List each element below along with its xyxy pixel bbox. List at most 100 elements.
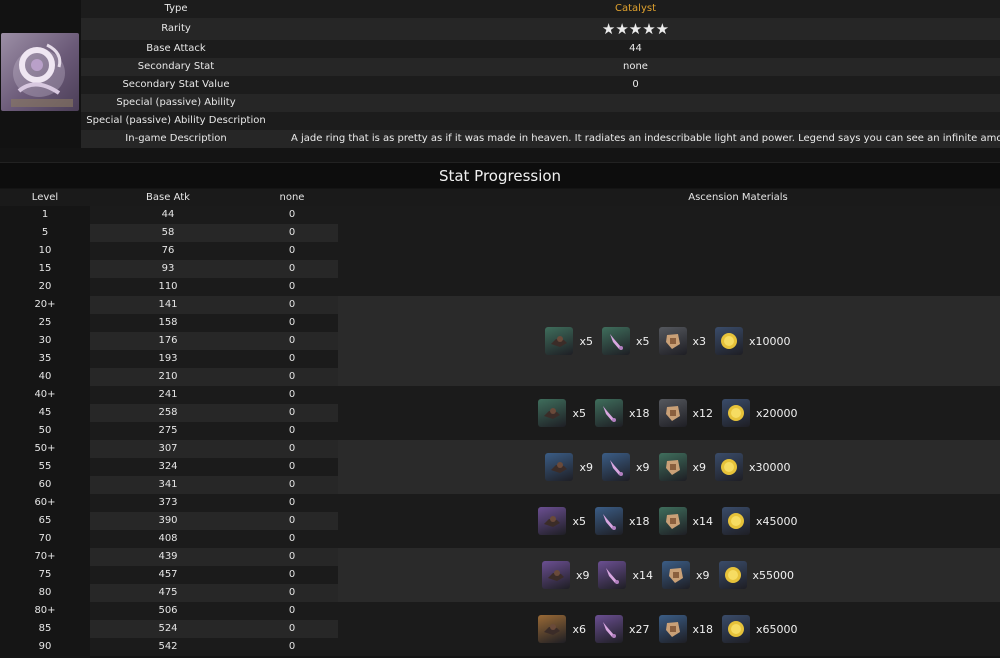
material-item[interactable]: x12 — [658, 399, 716, 427]
material-item[interactable]: x5 — [538, 507, 588, 535]
info-value: 44 — [271, 40, 1000, 58]
base-atk-cell: 524 — [158, 623, 178, 634]
material-item[interactable]: x18 — [658, 615, 716, 643]
info-value — [271, 112, 1000, 130]
level-cell: 20+ — [34, 299, 56, 310]
mora-icon — [718, 561, 747, 589]
table-row: 5 58 0 — [0, 224, 338, 242]
material-item[interactable]: x55000 — [718, 561, 797, 589]
secondary-cell: 0 — [288, 263, 296, 274]
info-row: Base Attack 44 — [81, 40, 1000, 58]
secondary-cell: 0 — [288, 335, 296, 346]
material-item[interactable]: x9 — [541, 561, 592, 589]
table-row: 75 457 0 — [0, 566, 338, 584]
base-atk-cell: 390 — [158, 515, 178, 526]
stat-progression-title: Stat Progression — [0, 162, 1000, 188]
material-count: x10000 — [749, 334, 791, 348]
material-item[interactable]: x27 — [594, 615, 652, 643]
material-count: x12 — [692, 406, 714, 420]
table-row: 20 110 0 — [0, 278, 338, 296]
level-cell: 55 — [38, 461, 52, 472]
secondary-cell: 0 — [288, 623, 296, 634]
material-item[interactable]: x18 — [594, 399, 652, 427]
level-cell: 40+ — [34, 389, 56, 400]
material-item[interactable]: x5 — [601, 327, 652, 355]
material-item[interactable]: x3 — [658, 327, 709, 355]
header-secondary: none — [279, 192, 305, 203]
secondary-cell: 0 — [288, 299, 296, 310]
base-atk-cell: 542 — [158, 641, 178, 652]
info-row: Special (passive) Ability Description — [81, 112, 1000, 130]
ascension-materials-empty — [338, 206, 1000, 296]
mora-icon — [722, 507, 751, 535]
material-item[interactable]: x9 — [601, 453, 652, 481]
material-item[interactable]: x9 — [662, 561, 712, 589]
ascension-materials-block: x9 x9 x9 x30000 — [338, 440, 1000, 494]
mora-icon — [722, 615, 751, 643]
secondary-cell: 0 — [288, 461, 296, 472]
table-row: 85 524 0 — [0, 620, 338, 638]
secondary-cell: 0 — [288, 443, 296, 454]
materials-list: x9 x14 x9 x55000 — [338, 561, 1000, 589]
level-cell: 65 — [38, 515, 52, 526]
material-item[interactable]: x9 — [658, 453, 709, 481]
guyun-relic-icon — [545, 327, 574, 355]
horn-icon — [594, 615, 623, 643]
info-row: Type Catalyst — [81, 0, 1000, 18]
horn-icon — [601, 453, 630, 481]
table-row: 60 341 0 — [0, 476, 338, 494]
material-item[interactable]: x18 — [594, 507, 652, 535]
material-item[interactable]: x5 — [545, 327, 595, 355]
material-item[interactable]: x45000 — [722, 507, 800, 535]
secondary-cell: 0 — [288, 641, 296, 652]
secondary-cell: 0 — [288, 371, 296, 382]
level-cell: 50+ — [34, 443, 56, 454]
secondary-cell: 0 — [288, 425, 296, 436]
ascension-materials-block: x5 x5 x3 x10000 — [338, 296, 1000, 386]
material-item[interactable]: x6 — [538, 615, 588, 643]
base-atk-cell: 76 — [161, 245, 175, 256]
secondary-cell: 0 — [288, 353, 296, 364]
material-item[interactable]: x14 — [658, 507, 716, 535]
info-label: Rarity — [81, 18, 271, 40]
material-count: x20000 — [756, 406, 798, 420]
base-atk-cell: 93 — [161, 263, 175, 274]
weapon-image — [1, 33, 79, 111]
material-item[interactable]: x20000 — [722, 399, 800, 427]
description-value: A jade ring that is as pretty as if it w… — [271, 130, 1000, 148]
level-cell: 60+ — [34, 497, 56, 508]
material-item[interactable]: x14 — [598, 561, 655, 589]
material-count: x9 — [696, 568, 710, 582]
table-row: 10 76 0 — [0, 242, 338, 260]
base-atk-cell: 158 — [158, 317, 178, 328]
table-row: 25 158 0 — [0, 314, 338, 332]
material-item[interactable]: x5 — [538, 399, 588, 427]
level-cell: 50 — [38, 425, 52, 436]
level-cell: 15 — [38, 263, 52, 274]
table-row: 40 210 0 — [0, 368, 338, 386]
base-atk-cell: 324 — [158, 461, 178, 472]
material-item[interactable]: x9 — [545, 453, 595, 481]
level-cell: 60 — [38, 479, 52, 490]
info-row: In-game Description A jade ring that is a… — [81, 130, 1000, 148]
material-count: x18 — [692, 622, 714, 636]
level-cell: 80+ — [34, 605, 56, 616]
material-item[interactable]: x65000 — [722, 615, 800, 643]
secondary-cell: 0 — [288, 569, 296, 580]
material-count: x5 — [572, 406, 586, 420]
table-row: 1 44 0 — [0, 206, 338, 224]
material-item[interactable]: x10000 — [715, 327, 793, 355]
guyun-relic-icon — [545, 453, 574, 481]
table-row: 65 390 0 — [0, 512, 338, 530]
base-atk-cell: 506 — [158, 605, 178, 616]
table-row: 50+ 307 0 — [0, 440, 338, 458]
level-cell: 75 — [38, 569, 52, 580]
secondary-cell: 0 — [288, 515, 296, 526]
insignia-icon — [662, 561, 690, 589]
level-cell: 70 — [38, 533, 52, 544]
material-item[interactable]: x30000 — [715, 453, 793, 481]
insignia-icon — [658, 615, 687, 643]
secondary-cell: 0 — [288, 533, 296, 544]
table-row: 80 475 0 — [0, 584, 338, 602]
secondary-cell: 0 — [288, 227, 296, 238]
